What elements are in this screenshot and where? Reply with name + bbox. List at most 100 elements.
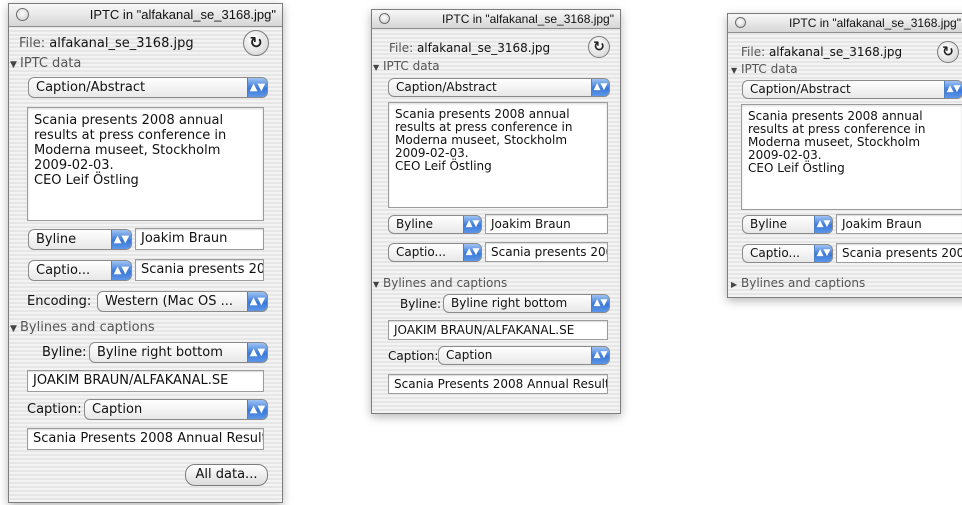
popup-arrows-icon: ▲▼: [247, 292, 267, 311]
caption-textarea[interactable]: Scania presents 2008 annual results at p…: [388, 102, 608, 208]
disclosure-collapsed-icon: ▶: [731, 280, 738, 289]
iptc-window-full: IPTC in "alfakanal_se_3168.jpg" File: al…: [8, 3, 283, 503]
file-name: alfakanal_se_3168.jpg: [768, 45, 903, 59]
byline-position-value: Byline right bottom: [97, 345, 223, 360]
row1-field-value: Byline: [36, 232, 77, 247]
popup-arrows-icon: ▲▼: [591, 295, 609, 312]
caption-select-value: Caption: [92, 402, 143, 417]
byline-field[interactable]: JOAKIM BRAUN/ALFAKANAL.SE: [388, 320, 608, 340]
file-name: alfakanal_se_3168.jpg: [49, 36, 194, 51]
title-bar[interactable]: IPTC in "alfakanal_se_3168.jpg": [372, 10, 620, 29]
encoding-value: Western (Mac OS ...: [105, 294, 233, 309]
row2-field-value: Captio...: [750, 246, 800, 260]
field-type-value: Caption/Abstract: [750, 82, 851, 96]
popup-arrows-icon: ▲▼: [111, 261, 131, 280]
iptc-window-collapsed: IPTC in "alfakanal_se_3168.jpg" File: al…: [727, 13, 962, 298]
caption-label: Caption:: [388, 349, 439, 363]
row1-field-value: Byline: [396, 217, 433, 231]
caption-field[interactable]: Scania Presents 2008 Annual Results: [388, 374, 608, 394]
close-icon[interactable]: [735, 17, 746, 28]
row1-value-field[interactable]: Joakim Braun: [485, 214, 608, 234]
byline-field[interactable]: JOAKIM BRAUN/ALFAKANAL.SE: [27, 370, 264, 392]
window-title: IPTC in "alfakanal_se_3168.jpg": [442, 12, 614, 26]
close-icon[interactable]: [379, 13, 390, 24]
caption-label: Caption:: [27, 402, 82, 417]
iptc-data-disclosure[interactable]: ▼ IPTC data: [731, 62, 798, 76]
caption-select[interactable]: Caption ▲▼: [84, 399, 268, 420]
disclosure-expanded-icon: ▼: [373, 280, 380, 289]
byline-position-select[interactable]: Byline right bottom ▲▼: [89, 342, 268, 363]
popup-arrows-icon: ▲▼: [247, 78, 267, 97]
caption-select[interactable]: Caption ▲▼: [438, 346, 610, 365]
byline-label: Byline:: [42, 345, 87, 360]
row2-field-select[interactable]: Captio... ▲▼: [388, 243, 482, 262]
file-label-row: File: alfakanal_se_3168.jpg: [389, 41, 550, 55]
caption-select-value: Caption: [446, 348, 493, 362]
iptc-data-disclosure[interactable]: ▼ IPTC data: [373, 59, 440, 73]
refresh-icon[interactable]: ↻: [243, 30, 269, 56]
title-bar[interactable]: IPTC in "alfakanal_se_3168.jpg": [9, 4, 282, 27]
row2-value-field[interactable]: Scania presents 2008: [485, 242, 608, 262]
popup-arrows-icon: ▲▼: [814, 216, 832, 233]
iptc-data-label: IPTC data: [20, 56, 82, 71]
bylines-disclosure[interactable]: ▶ Bylines and captions: [731, 276, 865, 290]
byline-position-value: Byline right bottom: [451, 296, 568, 310]
bylines-disclosure[interactable]: ▼ Bylines and captions: [373, 276, 507, 290]
bylines-disclosure[interactable]: ▼ Bylines and captions: [10, 320, 155, 335]
caption-field[interactable]: Scania Presents 2008 Annual Results: [27, 428, 264, 450]
byline-label: Byline:: [400, 297, 442, 311]
file-name: alfakanal_se_3168.jpg: [416, 41, 551, 55]
iptc-window-no-encoding: IPTC in "alfakanal_se_3168.jpg" File: al…: [371, 9, 621, 414]
popup-arrows-icon: ▲▼: [111, 230, 131, 249]
window-title: IPTC in "alfakanal_se_3168.jpg": [89, 7, 276, 22]
popup-arrows-icon: ▲▼: [591, 347, 609, 364]
field-type-select[interactable]: Caption/Abstract ▲▼: [388, 78, 610, 97]
file-label: File:: [389, 41, 414, 55]
row1-field-select[interactable]: Byline ▲▼: [28, 229, 132, 250]
file-label-row: File: alfakanal_se_3168.jpg: [741, 45, 902, 59]
encoding-label: Encoding:: [27, 294, 92, 309]
caption-textarea[interactable]: Scania presents 2008 annual results at p…: [27, 107, 264, 221]
row1-field-select[interactable]: Byline ▲▼: [742, 215, 833, 234]
all-data-button[interactable]: All data...: [185, 464, 268, 486]
popup-arrows-icon: ▲▼: [944, 81, 962, 98]
popup-arrows-icon: ▲▼: [247, 343, 267, 362]
field-type-value: Caption/Abstract: [396, 80, 497, 94]
row2-value-field[interactable]: Scania presents 2008: [836, 243, 962, 263]
title-bar[interactable]: IPTC in "alfakanal_se_3168.jpg": [728, 14, 962, 33]
file-label: File:: [741, 45, 766, 59]
popup-arrows-icon: ▲▼: [247, 400, 267, 419]
row2-field-value: Captio...: [396, 245, 446, 259]
row1-value-field[interactable]: Joakim Braun: [135, 228, 264, 250]
bylines-section-label: Bylines and captions: [741, 276, 866, 290]
bylines-section-label: Bylines and captions: [383, 276, 508, 290]
caption-textarea[interactable]: Scania presents 2008 annual results at p…: [741, 104, 962, 210]
iptc-data-label: IPTC data: [383, 59, 440, 73]
row2-value-field[interactable]: Scania presents 2008: [135, 259, 264, 281]
popup-arrows-icon: ▲▼: [591, 79, 609, 96]
row2-field-select[interactable]: Captio... ▲▼: [742, 244, 833, 263]
file-label: File:: [19, 36, 46, 51]
popup-arrows-icon: ▲▼: [463, 244, 481, 261]
row1-field-select[interactable]: Byline ▲▼: [388, 215, 482, 234]
bylines-section-label: Bylines and captions: [20, 320, 155, 335]
iptc-data-label: IPTC data: [741, 62, 798, 76]
disclosure-expanded-icon: ▼: [731, 66, 738, 75]
disclosure-expanded-icon: ▼: [10, 324, 17, 334]
field-type-select[interactable]: Caption/Abstract ▲▼: [742, 80, 962, 99]
file-label-row: File: alfakanal_se_3168.jpg: [19, 36, 194, 51]
close-icon[interactable]: [16, 8, 29, 21]
row1-value-field[interactable]: Joakim Braun: [836, 214, 962, 234]
byline-position-select[interactable]: Byline right bottom ▲▼: [443, 294, 610, 313]
iptc-data-disclosure[interactable]: ▼ IPTC data: [10, 56, 81, 71]
encoding-select[interactable]: Western (Mac OS ... ▲▼: [97, 291, 268, 312]
row1-field-value: Byline: [750, 217, 787, 231]
disclosure-expanded-icon: ▼: [373, 63, 380, 72]
window-title: IPTC in "alfakanal_se_3168.jpg": [789, 16, 961, 30]
disclosure-expanded-icon: ▼: [10, 60, 17, 70]
refresh-icon[interactable]: ↻: [937, 41, 959, 63]
field-type-select[interactable]: Caption/Abstract ▲▼: [28, 77, 268, 98]
refresh-icon[interactable]: ↻: [588, 36, 610, 58]
row2-field-select[interactable]: Captio... ▲▼: [28, 260, 132, 281]
row2-field-value: Captio...: [36, 263, 91, 278]
